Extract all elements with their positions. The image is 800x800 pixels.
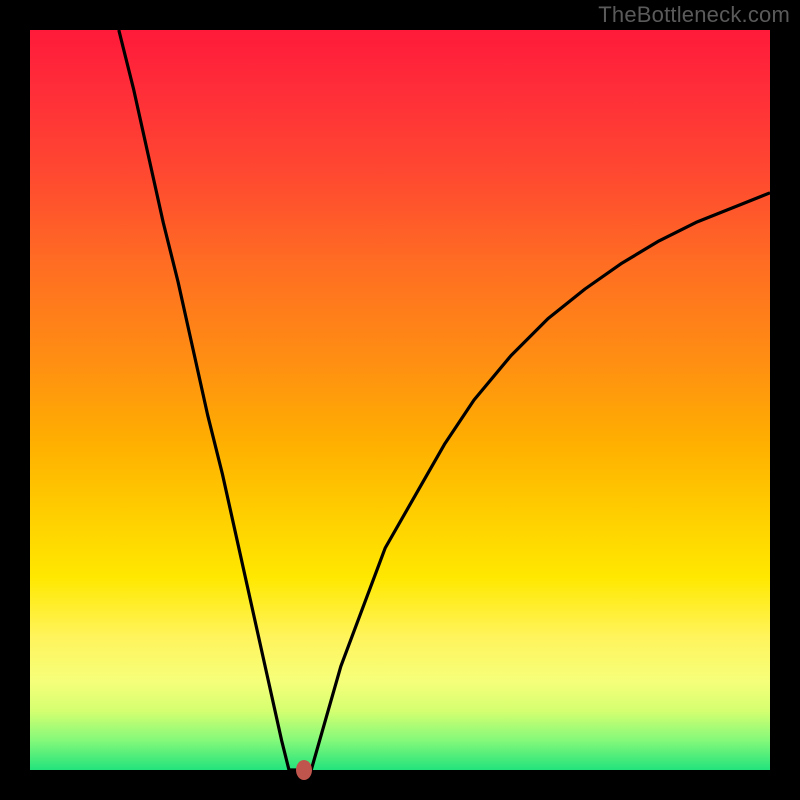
watermark-text: TheBottleneck.com <box>598 2 790 28</box>
gradient-background <box>30 30 770 770</box>
chart-frame: TheBottleneck.com <box>0 0 800 800</box>
minimum-marker <box>296 760 312 780</box>
